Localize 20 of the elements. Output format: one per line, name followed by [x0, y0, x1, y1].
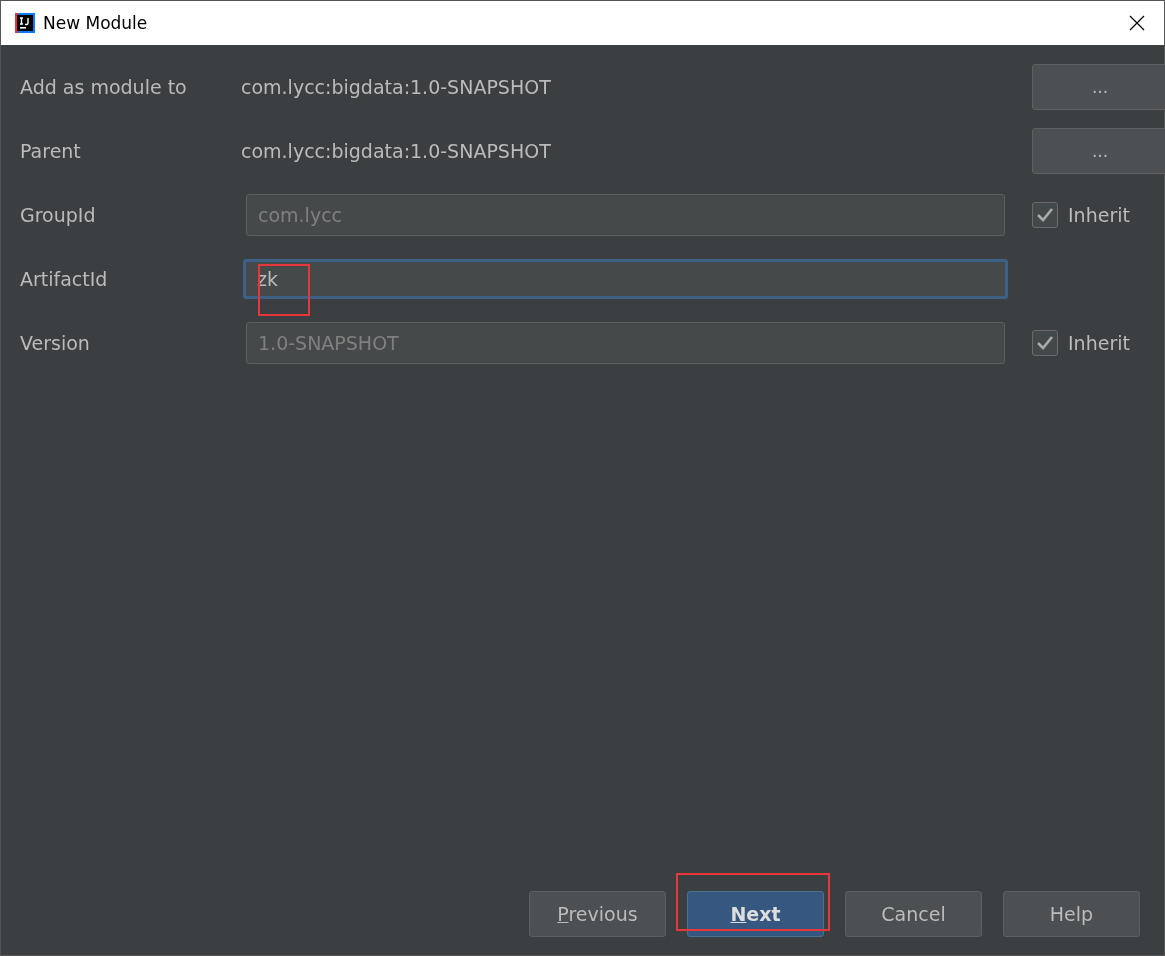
dialog-button[interactable]: Next	[687, 891, 824, 937]
dialog-button[interactable]: Cancel	[845, 891, 982, 937]
field-label: Parent	[20, 140, 82, 162]
browse-button[interactable]: ...	[1032, 128, 1165, 174]
app-logo-icon	[15, 13, 35, 33]
checkbox-label: Inherit	[1068, 204, 1130, 226]
browse-button[interactable]: ...	[1032, 64, 1165, 110]
checkbox-label: Inherit	[1068, 332, 1130, 354]
window-title: New Module	[43, 13, 149, 33]
dialog-button[interactable]: Help	[1003, 891, 1140, 937]
field-value: com.lycc:bigdata:1.0-SNAPSHOT	[241, 140, 552, 162]
field-label: ArtifactId	[20, 268, 109, 290]
field-label: Add as module to	[20, 76, 188, 98]
field-label: GroupId	[20, 204, 97, 226]
checkmark-icon	[1036, 335, 1054, 351]
dialog-button[interactable]: Previous	[529, 891, 666, 937]
field-label: Version	[20, 332, 91, 354]
close-icon	[1129, 15, 1145, 31]
field-value: com.lycc:bigdata:1.0-SNAPSHOT	[241, 76, 552, 98]
checkmark-icon	[1036, 207, 1054, 223]
